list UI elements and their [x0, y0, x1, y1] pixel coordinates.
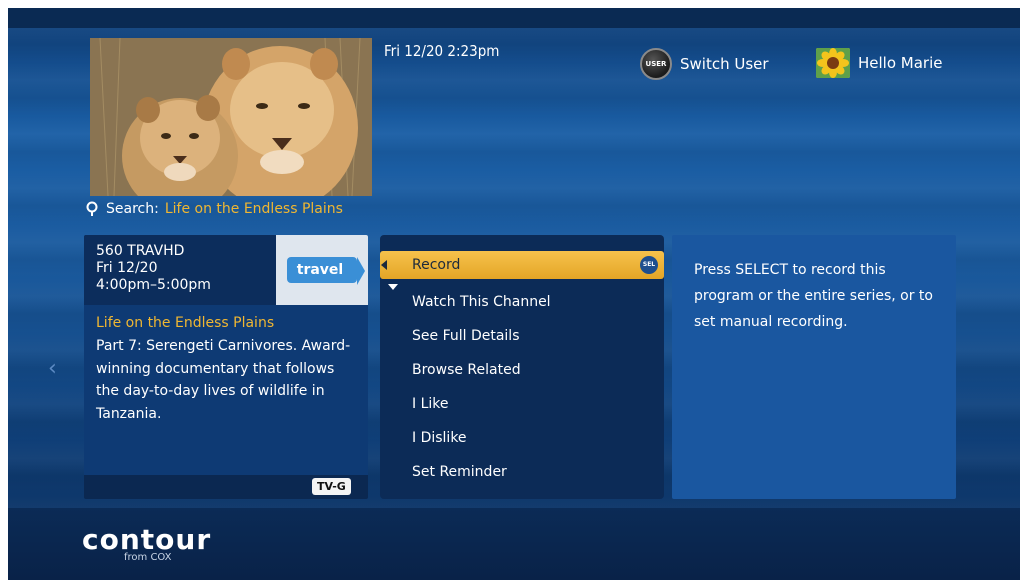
menu-item-label: I Like	[412, 396, 449, 412]
travel-channel-logo: travel	[286, 257, 366, 285]
menu-item-full-details[interactable]: See Full Details	[380, 319, 664, 353]
help-panel: Press SELECT to record this program or t…	[672, 235, 956, 499]
menu-item-watch-channel[interactable]: Watch This Channel	[380, 285, 664, 319]
action-menu-list: Record SEL Watch This Channel See Full D…	[380, 251, 664, 489]
menu-item-set-reminder[interactable]: Set Reminder	[380, 455, 664, 489]
help-text: Press SELECT to record this program or t…	[694, 262, 933, 330]
search-label: Search:	[106, 201, 159, 217]
air-time: 4:00pm–5:00pm	[96, 277, 211, 293]
switch-user-label: Switch User	[680, 55, 769, 73]
top-bar	[8, 8, 1020, 28]
program-description: Part 7: Serengeti Carnivores. Award-winn…	[96, 338, 351, 422]
menu-item-label: Set Reminder	[412, 464, 507, 480]
switch-user-button[interactable]: USER Switch User	[640, 48, 769, 80]
menu-item-label: Browse Related	[412, 362, 521, 378]
contour-logo: contour from COX	[82, 523, 211, 563]
program-title: Life on the Endless Plains	[96, 315, 275, 331]
action-menu: Record SEL Watch This Channel See Full D…	[380, 235, 664, 499]
search-term: Life on the Endless Plains	[164, 201, 343, 217]
menu-item-label: Record	[412, 257, 461, 273]
sunflower-avatar-icon	[816, 48, 850, 78]
user-icon: USER	[640, 48, 672, 80]
menu-item-label: Watch This Channel	[412, 294, 551, 310]
network-logo: travel	[276, 235, 368, 305]
channel-info: 560 TRAVHD Fri 12/20 4:00pm–5:00pm	[96, 243, 211, 294]
air-date: Fri 12/20	[96, 260, 158, 276]
user-profile: Hello Marie	[816, 48, 943, 78]
channel-number: 560 TRAVHD	[96, 243, 185, 259]
chevron-left-icon[interactable]: ‹	[48, 356, 57, 381]
selection-arrow-icon	[381, 260, 387, 270]
menu-item-label: See Full Details	[412, 328, 520, 344]
search-icon	[86, 201, 100, 217]
greeting-text: Hello Marie	[858, 54, 943, 72]
menu-item-label: I Dislike	[412, 430, 467, 446]
menu-item-i-like[interactable]: I Like	[380, 387, 664, 421]
menu-item-browse-related[interactable]: Browse Related	[380, 353, 664, 387]
date-time: Fri 12/20 2:23pm	[384, 42, 500, 60]
tv-screen: Fri 12/20 2:23pm USER Switch User Hello …	[8, 8, 1020, 580]
program-info-panel: 560 TRAVHD Fri 12/20 4:00pm–5:00pm trave…	[84, 235, 368, 499]
menu-item-i-dislike[interactable]: I Dislike	[380, 421, 664, 455]
select-button-icon: SEL	[640, 256, 658, 274]
caret-down-icon	[388, 284, 398, 290]
search-breadcrumb: Search: Life on the Endless Plains	[86, 201, 343, 217]
program-preview-image	[90, 38, 372, 196]
menu-item-record[interactable]: Record SEL	[380, 251, 664, 279]
rating-badge: TV-G	[312, 478, 351, 495]
